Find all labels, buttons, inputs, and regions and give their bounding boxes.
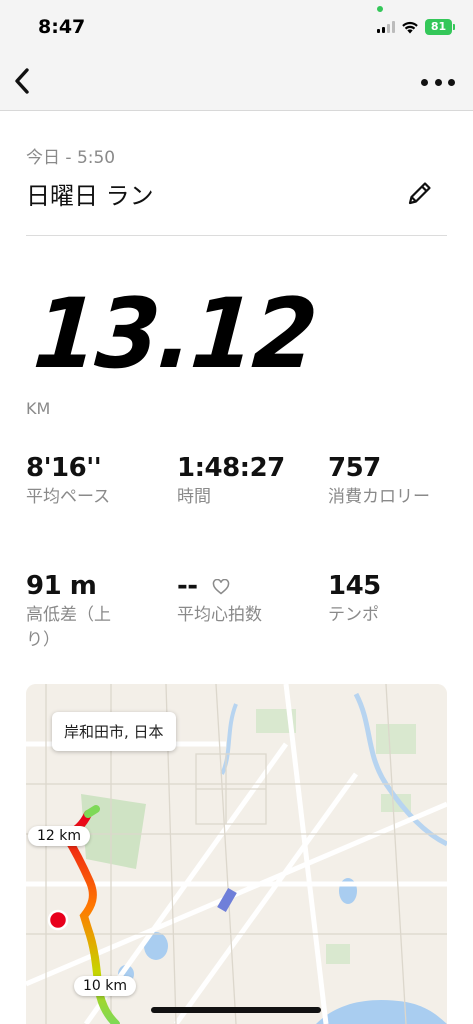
- stat-value: 91 m: [26, 571, 97, 601]
- stat-value: --: [177, 571, 198, 601]
- more-options-button[interactable]: [421, 70, 455, 94]
- stat-label: 時間: [177, 487, 211, 507]
- stat-elevation-gain: 91 m 高低差（上り）: [26, 571, 126, 653]
- stat-value: 1:48:27: [177, 453, 285, 483]
- wifi-icon: [402, 21, 418, 33]
- stat-cadence: 145 テンポ: [328, 571, 458, 628]
- header-divider: [26, 235, 447, 236]
- activity-title: 日曜日 ラン: [26, 182, 154, 210]
- activity-date: 今日 - 5:50: [26, 148, 116, 168]
- route-map[interactable]: 岸和田市, 日本 12 km 10 km: [26, 684, 447, 1024]
- distance-value: 13.12: [30, 278, 320, 391]
- distance-unit: KM: [26, 399, 51, 418]
- back-button[interactable]: [10, 66, 34, 96]
- stat-average-pace: 8'16'' 平均ペース: [26, 453, 156, 510]
- map-location-label: 岸和田市, 日本: [52, 712, 176, 751]
- battery-level: 81: [425, 19, 452, 35]
- km-marker-12: 12 km: [28, 826, 91, 846]
- stat-average-heart-rate: -- 平均心拍数: [177, 571, 317, 628]
- chevron-left-icon: [15, 68, 29, 94]
- stat-value: 8'16'': [26, 453, 102, 483]
- stat-label: 平均心拍数: [177, 605, 262, 625]
- nav-bar: [0, 56, 473, 111]
- cellular-signal-icon: [377, 21, 395, 33]
- privacy-indicator-dot: [377, 6, 383, 12]
- km-marker-10: 10 km: [74, 976, 137, 996]
- pencil-icon: [408, 182, 431, 205]
- stat-label: 消費カロリー: [328, 487, 430, 507]
- stat-label: 高低差（上り）: [26, 605, 111, 650]
- stat-value: 145: [328, 571, 381, 601]
- ellipsis-icon: [421, 78, 428, 86]
- stat-label: テンポ: [328, 605, 379, 625]
- battery-icon: 81: [425, 19, 455, 35]
- stat-value: 757: [328, 453, 381, 483]
- stat-calories: 757 消費カロリー: [328, 453, 438, 510]
- status-bar: 8:47 81: [0, 0, 473, 56]
- status-icons: 81: [377, 19, 455, 35]
- heart-outline-icon: [212, 578, 230, 594]
- stat-duration: 1:48:27 時間: [177, 453, 307, 510]
- edit-title-button[interactable]: [405, 178, 435, 208]
- home-indicator[interactable]: [151, 1007, 321, 1013]
- stat-label: 平均ペース: [26, 487, 111, 507]
- status-time: 8:47: [38, 16, 86, 38]
